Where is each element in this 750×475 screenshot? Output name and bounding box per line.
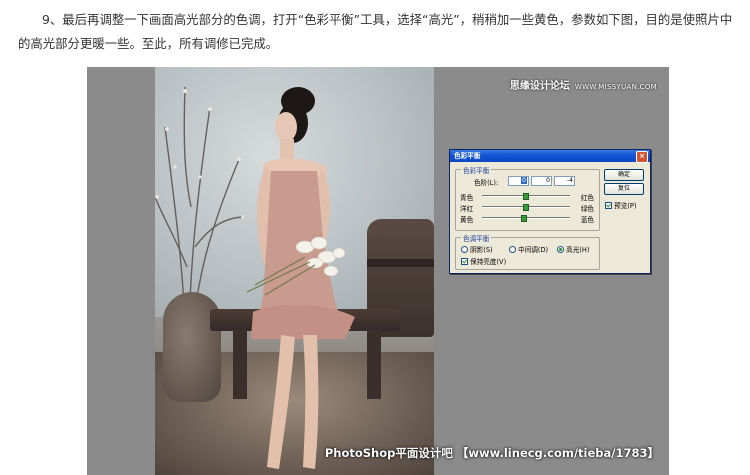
close-icon: × <box>639 152 645 160</box>
close-button[interactable]: × <box>636 151 648 163</box>
tone-radio-row: 阴影(S) 中间调(D) 高光(H) <box>461 244 595 254</box>
watermark-site-text: WWW.MISSYUAN.COM <box>574 83 657 91</box>
watermark-bottom: PhotoShop平面设计吧 【www.linecg.com/tieba/178… <box>324 446 659 460</box>
dialog-title: 色彩平衡 <box>454 152 481 160</box>
tone-balance-group-title: 色调平衡 <box>461 233 492 243</box>
level-input-cyan-red[interactable]: 0 <box>508 176 529 186</box>
slider-cyan-red: 青色 红色 <box>460 192 594 202</box>
watermark-top-text: 思缘设计论坛 <box>509 81 570 92</box>
reset-button[interactable]: 复位 <box>604 183 644 195</box>
tone-label: 高光(H) <box>566 246 590 254</box>
woman-figure <box>246 87 355 469</box>
slider-track[interactable] <box>482 193 570 200</box>
slider-right-label: 红色 <box>580 194 594 202</box>
slider-magenta-green: 洋红 绿色 <box>460 203 594 213</box>
color-balance-group: 色彩平衡 色阶(L): 0 0 -4 青色 红色 洋红 绿色 黄色 蓝色 <box>455 165 600 231</box>
ok-button[interactable]: 确定 <box>604 169 644 181</box>
color-balance-group-title: 色彩平衡 <box>461 165 492 175</box>
level-input-magenta-green[interactable]: 0 <box>531 176 552 186</box>
radio-indicator <box>461 246 468 253</box>
tone-highlights-radio[interactable]: 高光(H) <box>557 244 589 254</box>
slider-thumb[interactable] <box>521 215 528 222</box>
color-balance-dialog: 色彩平衡 × 色彩平衡 色阶(L): 0 0 -4 青色 红色 洋红 绿色 黄色… <box>449 149 651 274</box>
tutorial-image: 思缘设计论坛 WWW.MISSYUAN.COM PhotoShop平面设计吧 【w… <box>87 67 669 475</box>
checkbox-indicator <box>461 258 468 265</box>
checkbox-indicator <box>605 202 612 209</box>
tone-balance-group: 色调平衡 阴影(S) 中间调(D) 高光(H) 保持亮度(V) <box>455 233 600 270</box>
radio-indicator <box>557 246 564 253</box>
article-paragraph: 9、最后再调整一下画面高光部分的色调，打开“色彩平衡”工具，选择“高光”，稍稍加… <box>18 12 733 51</box>
preview-label: 预览(P) <box>614 202 637 210</box>
tone-label: 阴影(S) <box>470 246 493 254</box>
photo <box>155 67 434 475</box>
dialog-titlebar[interactable]: 色彩平衡 × <box>450 150 650 163</box>
tone-shadows-radio[interactable]: 阴影(S) <box>461 244 493 254</box>
level-value: 0 <box>521 177 527 184</box>
slider-right-label: 绿色 <box>580 205 594 213</box>
slider-right-label: 蓝色 <box>580 216 594 224</box>
radio-indicator <box>509 246 516 253</box>
preserve-label: 保持亮度(V) <box>470 258 507 266</box>
slider-thumb[interactable] <box>523 193 529 200</box>
slider-left-label: 黄色 <box>460 216 474 224</box>
slider-track[interactable] <box>482 204 570 211</box>
tone-label: 中间调(D) <box>518 246 549 254</box>
watermark-top: 思缘设计论坛 WWW.MISSYUAN.COM <box>510 77 657 92</box>
page: 9、最后再调整一下画面高光部分的色调，打开“色彩平衡”工具，选择“高光”，稍稍加… <box>0 0 750 475</box>
preserve-luminosity-checkbox[interactable]: 保持亮度(V) <box>461 256 506 266</box>
slider-yellow-blue: 黄色 蓝色 <box>460 214 594 224</box>
levels-label: 色阶(L): <box>474 179 499 187</box>
slider-track[interactable] <box>482 215 570 222</box>
tone-midtones-radio[interactable]: 中间调(D) <box>509 244 548 254</box>
slider-left-label: 青色 <box>460 194 474 202</box>
slider-left-label: 洋红 <box>460 205 474 213</box>
preview-checkbox[interactable]: 预览(P) <box>605 200 636 210</box>
level-input-yellow-blue[interactable]: -4 <box>554 176 575 186</box>
slider-thumb[interactable] <box>523 204 529 211</box>
